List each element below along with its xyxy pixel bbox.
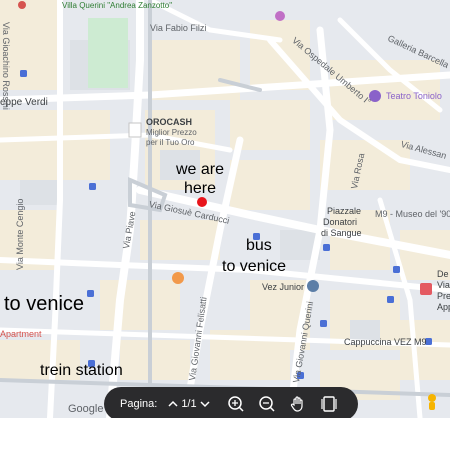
poi-orocash-sub2: per il Tuo Oro <box>146 138 195 147</box>
annotation-we-are-here-line2: here <box>184 180 217 197</box>
chevron-up-icon[interactable] <box>167 398 179 410</box>
annotation-bus-line2: to venice <box>222 258 287 275</box>
page-label: Pagina: <box>120 398 158 410</box>
zoom-out-icon[interactable] <box>258 395 276 413</box>
hand-icon[interactable] <box>289 395 307 413</box>
poi-apartment[interactable]: Apartment <box>0 330 42 339</box>
poi-piazzale-1: Piazzale <box>327 206 362 216</box>
poi-m9-museo[interactable]: M9 - Museo del '900 <box>375 210 450 219</box>
pdf-toolbar: Pagina: 1/1 <box>104 387 358 421</box>
poi-piazzale-3: di Sangue <box>321 228 362 238</box>
street-label-fabio-filzi: Via Fabio Filzi <box>150 23 207 33</box>
poi-piazzale-2: Donatori <box>323 217 358 227</box>
annotation-bus-line1: bus <box>246 237 272 254</box>
bottom-strip <box>0 418 450 450</box>
map-view[interactable]: Via Fabio Filzi Via Ospedale Umberto I° … <box>0 0 450 418</box>
poi-right-via: Via <box>437 280 450 290</box>
poi-orocash[interactable]: OROCASH <box>146 118 192 127</box>
poi-vez-junior[interactable]: Vez Junior <box>262 283 304 292</box>
annotation-we-are-here-line1: we are <box>176 161 225 178</box>
annotation-train-station: trein station <box>40 362 123 379</box>
poi-right-pre: Pre <box>437 291 450 301</box>
poi-orocash-sub1: Miglior Prezzo <box>146 128 197 137</box>
poi-right-app: App <box>437 302 450 312</box>
fit-page-icon[interactable] <box>320 395 338 413</box>
chevron-down-icon[interactable] <box>199 398 211 410</box>
google-logo: Google <box>68 403 104 415</box>
poi-teatro-toniolo[interactable]: Teatro Toniolo <box>386 92 442 101</box>
poi-villa-querini: Villa Querini "Andrea Zanzotto" <box>62 1 173 10</box>
annotation-to-venice: to venice <box>4 293 85 315</box>
street-label-monte-cengio: Via Monte Cengio <box>15 198 25 270</box>
poi-right-de: De <box>437 269 449 279</box>
zoom-in-icon[interactable] <box>227 395 245 413</box>
poi-cappuccina[interactable]: Cappuccina VEZ M9 <box>344 338 427 347</box>
street-label-gioachino: Via Gioachino Rossini <box>1 22 11 110</box>
page-indicator: 1/1 <box>181 398 197 410</box>
